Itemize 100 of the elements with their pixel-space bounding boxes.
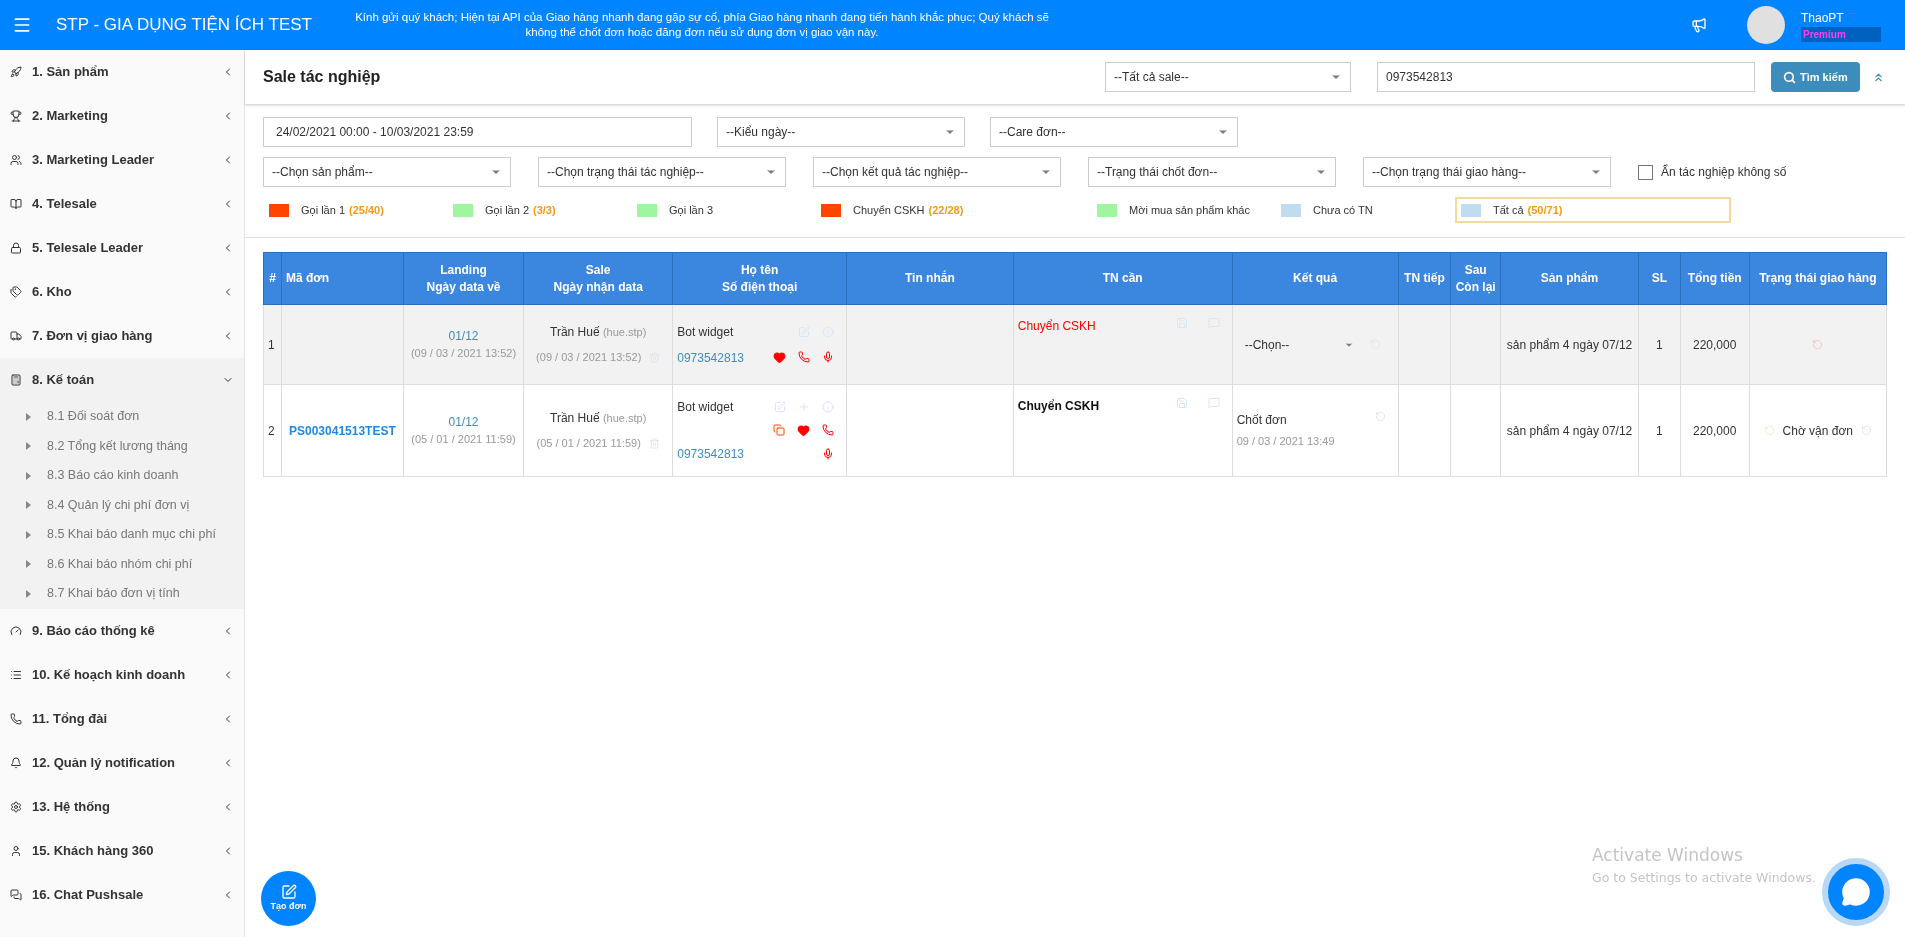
- triangle-icon: [26, 501, 31, 510]
- sale-username: (hue.stp): [602, 412, 647, 425]
- received-time: (09 / 03 / 2021 13:52): [536, 350, 642, 366]
- sidebar-item[interactable]: 6. Kho: [0, 270, 244, 314]
- sidebar-item[interactable]: 13. Hệ thống: [0, 784, 244, 829]
- copy-icon[interactable]: [773, 424, 785, 436]
- legend-item[interactable]: Tất cả (50/71): [1455, 197, 1731, 223]
- filter-select[interactable]: --Chọn sản phẩm--: [263, 157, 511, 187]
- sidebar-item[interactable]: 3. Marketing Leader: [0, 138, 244, 182]
- edit-icon[interactable]: [798, 325, 810, 338]
- calculator-icon: [10, 374, 22, 386]
- save-icon[interactable]: [1175, 397, 1188, 409]
- submenu-item[interactable]: 8.7 Khai báo đơn vị tính: [0, 579, 244, 609]
- search-field[interactable]: 0973542813: [1377, 62, 1755, 92]
- sidebar-item[interactable]: 9. Báo cáo thống kê: [0, 608, 244, 653]
- create-order-button[interactable]: Tạo đơn: [261, 871, 316, 926]
- date-range-field[interactable]: 24/02/2021 00:00 - 10/03/2021 23:59: [263, 117, 692, 147]
- submenu-item[interactable]: 8.1 Đối soát đơn: [0, 402, 244, 432]
- column-header: SL: [1638, 252, 1681, 305]
- undo-icon[interactable]: [1374, 411, 1386, 423]
- triangle-icon: [26, 412, 31, 421]
- save-icon[interactable]: [1175, 317, 1188, 329]
- result-select[interactable]: --Chọn--: [1236, 335, 1362, 354]
- chat-icon: [1841, 877, 1871, 907]
- user-name: ThaoPT: [1801, 9, 1845, 27]
- legend-item[interactable]: Chưa có TN: [1275, 197, 1455, 223]
- phone-icon: [10, 712, 22, 725]
- trash-icon[interactable]: [648, 438, 660, 449]
- result-text: Chốt đơn: [1236, 412, 1288, 430]
- search-button[interactable]: Tìm kiếm: [1771, 62, 1860, 92]
- undo-icon[interactable]: [1763, 425, 1775, 436]
- comment-icon[interactable]: [1207, 317, 1220, 329]
- received-time: (05 / 01 / 2021 11:59): [410, 432, 517, 448]
- required-message: Chuyển CSKH: [1017, 318, 1096, 335]
- column-header: Tổng tiền: [1680, 252, 1750, 305]
- submenu-item[interactable]: 8.5 Khai báo danh mục chi phí: [0, 520, 244, 550]
- legend-item[interactable]: Mời mua sản phẩm khác: [1091, 197, 1275, 223]
- phone-icon[interactable]: [822, 424, 834, 436]
- legend-item[interactable]: Gọi lần 2 (3/3): [447, 197, 631, 223]
- filter-select[interactable]: --Chọn trạng thái giao hàng--: [1363, 157, 1611, 187]
- comment-icon[interactable]: [1207, 397, 1220, 409]
- legend-item[interactable]: Gọi lần 3: [631, 197, 815, 223]
- sidebar-item[interactable]: 4. Telesale: [0, 182, 244, 226]
- table-cell: sản phẩm 4 ngày 07/12: [1500, 384, 1639, 477]
- column-header: Sale Ngày nhận data: [523, 252, 673, 305]
- sidebar-item[interactable]: 5. Telesale Leader: [0, 226, 244, 270]
- filter-select[interactable]: --Care đơn--: [990, 117, 1238, 147]
- table-cell: 1: [263, 304, 282, 385]
- undo-icon[interactable]: [1369, 339, 1381, 350]
- table-cell: 1: [1638, 304, 1681, 385]
- notice-text: Kính gửi quý khách; Hiện tại API của Giao hàng nhanh đang gặp sự cố, phía Giao hàng nhanh đang tiến hành khắc phục; Quý khách sẽ không thể chốt đơn hoặc đăng đơn nếu sử dụng đơn vị giao vận này.: [354, 10, 1050, 40]
- phone-link[interactable]: 0973542813: [677, 445, 744, 463]
- sidebar-item[interactable]: 11. Tổng đài: [0, 696, 244, 741]
- submenu-item[interactable]: 8.4 Quản lý chi phí đơn vị: [0, 490, 244, 520]
- checkbox[interactable]: [1638, 164, 1653, 180]
- sidebar-item[interactable]: 7. Đơn vị giao hàng: [0, 314, 244, 358]
- column-header: Sau Còn lại: [1450, 252, 1501, 305]
- microphone-icon[interactable]: [822, 448, 834, 460]
- trash-icon[interactable]: [649, 352, 661, 363]
- menu-icon[interactable]: [12, 15, 32, 35]
- legend-item[interactable]: Chuyển CSKH (22/28): [815, 197, 1091, 223]
- list-icon: [10, 668, 22, 681]
- edit-icon[interactable]: [774, 401, 786, 413]
- rocket-icon: [10, 66, 22, 78]
- lock-icon: [10, 242, 22, 254]
- heart-icon[interactable]: [773, 351, 786, 364]
- filter-select[interactable]: --Kiểu ngày--: [717, 117, 965, 147]
- phone-icon[interactable]: [798, 351, 810, 363]
- sidebar-item[interactable]: 10. Kế hoạch kinh doanh: [0, 652, 244, 697]
- heart-icon[interactable]: [797, 424, 810, 437]
- sale-name: Trần Huế: [550, 325, 600, 340]
- column-header: Tin nhắn: [846, 252, 1014, 305]
- sidebar-item[interactable]: 2. Marketing: [0, 94, 244, 138]
- order-link[interactable]: PS003041513TEST: [289, 423, 396, 438]
- column-header: Mã đơn: [281, 252, 404, 305]
- megaphone-icon[interactable]: [1691, 17, 1707, 33]
- submenu-item[interactable]: 8.6 Khai báo nhóm chi phí: [0, 549, 244, 579]
- filter-select[interactable]: --Trạng thái chốt đơn--: [1088, 157, 1336, 187]
- microphone-icon[interactable]: [822, 351, 834, 363]
- legend-item[interactable]: Gọi lần 1 (25/40): [263, 197, 447, 223]
- avatar[interactable]: [1747, 6, 1785, 44]
- bell-icon: [10, 756, 22, 769]
- filter-select[interactable]: --Chọn trạng thái tác nghiệp--: [538, 157, 786, 187]
- plus-icon[interactable]: [798, 401, 810, 413]
- sale-select[interactable]: --Tất cả sale--: [1105, 62, 1351, 92]
- sidebar-item[interactable]: 16. Chat Pushsale: [0, 872, 244, 917]
- table-cell: sản phẩm 4 ngày 07/12: [1500, 304, 1639, 385]
- submenu-item[interactable]: 8.2 Tổng kết lương tháng: [0, 431, 244, 461]
- sidebar-item[interactable]: 12. Quản lý notification: [0, 740, 244, 785]
- sidebar-item[interactable]: 1. Sản phẩm: [0, 50, 244, 94]
- submenu-item[interactable]: 8.3 Báo cáo kinh doanh: [0, 461, 244, 491]
- undo-icon[interactable]: [1812, 339, 1824, 350]
- undo-icon[interactable]: [1861, 425, 1872, 436]
- filter-select[interactable]: --Chọn kết quả tác nghiệp--: [813, 157, 1061, 187]
- info-icon[interactable]: [822, 401, 834, 413]
- delivery-status: Chờ vận đơn: [1782, 422, 1853, 440]
- triangle-icon: [26, 442, 31, 451]
- column-header: Họ tên Số điện thoại: [672, 252, 847, 305]
- sidebar-item[interactable]: 8. Kế toán: [0, 358, 244, 402]
- sidebar-item[interactable]: 15. Khách hàng 360: [0, 828, 244, 873]
